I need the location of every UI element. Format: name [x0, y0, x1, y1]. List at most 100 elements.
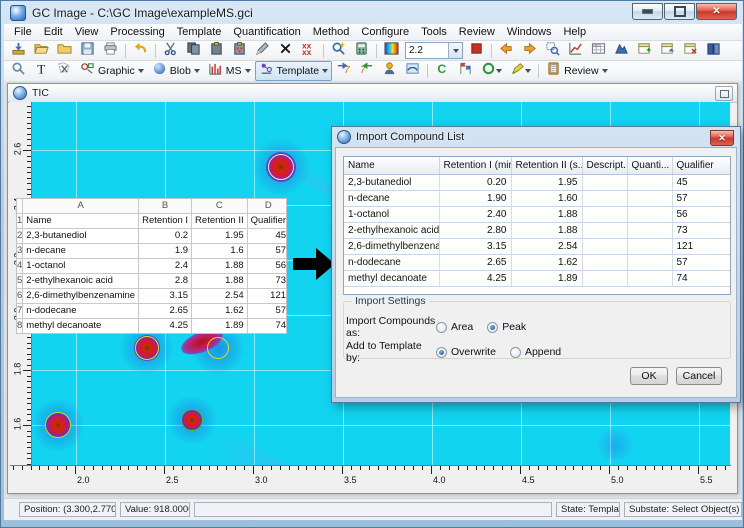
compound-table-row[interactable]: n-decane 1.90 1.60 57 — [344, 190, 730, 207]
compound-table-cell[interactable]: 45 — [672, 174, 730, 191]
update-template-button[interactable]: 7 — [355, 61, 378, 81]
compound-table-cell[interactable]: 1.88 — [511, 222, 583, 239]
tic-restore-button[interactable] — [715, 86, 733, 101]
compound-table-header[interactable]: Retention II (s... — [511, 157, 583, 175]
compound-table-header[interactable]: Descript... — [582, 157, 628, 175]
text-tool-button[interactable]: T — [30, 61, 53, 81]
new-tab-button[interactable] — [633, 41, 656, 61]
delete-all-button[interactable]: xx xx — [297, 40, 320, 61]
compound-table-cell[interactable]: 2.65 — [439, 254, 512, 271]
compound-table-cell[interactable]: 57 — [672, 190, 730, 207]
compound-table-cell[interactable] — [582, 190, 628, 207]
compound-table-cell[interactable]: 2,6-dimethylbenzena... — [344, 238, 440, 255]
compound-table-cell[interactable]: 2.54 — [511, 238, 583, 255]
stop-button[interactable] — [465, 41, 488, 61]
graphic-dropdown[interactable]: Graphic — [76, 61, 148, 81]
template-marker-circle[interactable] — [180, 408, 203, 431]
review-dropdown[interactable]: Review — [542, 61, 611, 81]
compound-table-header[interactable]: Retention I (min) — [439, 157, 512, 175]
paste-button[interactable] — [205, 41, 228, 61]
template-marker-circle[interactable] — [45, 412, 72, 438]
baseline-button[interactable] — [401, 61, 424, 81]
menu-item-review[interactable]: Review — [453, 25, 501, 39]
tic-title-bar[interactable]: TIC — [8, 84, 737, 103]
compound-table-row[interactable]: 2-ethylhexanoic acid 2.80 1.88 73 — [344, 222, 730, 239]
compound-table-cell[interactable] — [582, 254, 628, 271]
menu-item-configure[interactable]: Configure — [355, 25, 415, 39]
compound-table-cell[interactable]: 121 — [672, 238, 730, 255]
compound-table-row[interactable]: n-dodecane 2.65 1.62 57 — [344, 254, 730, 271]
search-button[interactable] — [327, 41, 350, 61]
compound-table-header[interactable]: Qualifier — [672, 157, 730, 175]
colormap-button[interactable] — [380, 41, 403, 61]
zoom-region-button[interactable] — [541, 41, 564, 61]
compound-table-cell[interactable]: n-dodecane — [344, 254, 440, 271]
template-marker-circle[interactable] — [267, 153, 294, 180]
view-3d-button[interactable] — [610, 41, 633, 61]
polygon-cut-button[interactable] — [53, 61, 76, 81]
menu-item-file[interactable]: File — [8, 25, 38, 39]
compound-table-cell[interactable] — [582, 174, 628, 191]
compound-table-header[interactable]: Quanti... — [627, 157, 673, 175]
compound-table-cell[interactable]: 56 — [672, 206, 730, 223]
compound-table-cell[interactable] — [627, 222, 673, 239]
compound-table-cell[interactable] — [582, 222, 628, 239]
ms-dropdown[interactable]: MS — [204, 61, 255, 81]
compound-table-cell[interactable]: 0.20 — [439, 174, 512, 191]
compound-table-cell[interactable] — [627, 238, 673, 255]
paste-special-button[interactable] — [228, 41, 251, 61]
maximize-button[interactable] — [664, 3, 695, 20]
save-button[interactable] — [76, 41, 99, 61]
compound-table-cell[interactable]: 1.60 — [511, 190, 583, 207]
compound-table-cell[interactable]: 57 — [672, 254, 730, 271]
compound-table-cell[interactable]: 2,3-butanediol — [344, 174, 440, 191]
menu-item-view[interactable]: View — [69, 25, 105, 39]
compound-table-cell[interactable]: 1.88 — [511, 206, 583, 223]
cancel-button[interactable]: Cancel — [676, 367, 722, 385]
menu-item-quantification[interactable]: Quantification — [227, 25, 306, 39]
menu-item-tools[interactable]: Tools — [415, 25, 453, 39]
compound-table-cell[interactable]: 1.90 — [439, 190, 512, 207]
compound-table-header[interactable]: Name — [344, 157, 440, 175]
magnifier-button[interactable] — [7, 61, 30, 81]
compound-table-cell[interactable]: 1.89 — [511, 270, 583, 287]
copy-button[interactable] — [182, 41, 205, 61]
compound-table-cell[interactable] — [627, 190, 673, 207]
open-image-button[interactable] — [7, 41, 30, 61]
compound-table-cell[interactable]: 1.95 — [511, 174, 583, 191]
compound-table-cell[interactable]: 2-ethylhexanoic acid — [344, 222, 440, 239]
compound-table-row[interactable]: 2,6-dimethylbenzena...3.152.54 121 — [344, 238, 730, 255]
chevron-down-icon[interactable] — [448, 43, 462, 58]
close-button[interactable]: ✕ — [696, 3, 737, 20]
close-tab-button[interactable] — [679, 41, 702, 61]
compound-table-cell[interactable] — [582, 270, 628, 287]
compound-table-cell[interactable]: 3.15 — [439, 238, 512, 255]
print-button[interactable] — [99, 41, 122, 61]
menu-item-edit[interactable]: Edit — [38, 25, 69, 39]
import-as-radio-peak[interactable] — [487, 321, 499, 333]
template-marker-circle[interactable] — [135, 336, 160, 360]
minimize-button[interactable] — [632, 3, 663, 20]
compound-table-cell[interactable]: 1.62 — [511, 254, 583, 271]
forward-button[interactable] — [518, 41, 541, 61]
open-folder-button[interactable] — [30, 41, 53, 61]
dialog-close-button[interactable]: ✕ — [710, 130, 734, 146]
cut-button[interactable] — [159, 41, 182, 61]
pen-marker-dropdown[interactable] — [506, 61, 535, 81]
add-by-radio-append[interactable] — [509, 346, 521, 358]
apply-template-button[interactable]: 7 — [332, 61, 355, 81]
compound-table-cell[interactable] — [582, 238, 628, 255]
undo-button[interactable] — [129, 41, 152, 61]
compound-table-cell[interactable] — [627, 270, 673, 287]
compound-table-row[interactable]: 1-octanol 2.40 1.88 56 — [344, 206, 730, 223]
copy-tab-button[interactable] — [656, 41, 679, 61]
compound-table-cell[interactable]: 74 — [672, 270, 730, 287]
import-as-radio-area[interactable] — [436, 321, 447, 333]
compound-table-header-row[interactable]: Name Retention I (min) Retention II (s... D… — [344, 157, 730, 175]
compound-table-row[interactable]: 2,3-butanediol 0.20 1.95 45 — [344, 174, 730, 191]
compound-table-cell[interactable]: methyl decanoate — [344, 270, 440, 287]
compound-table-cell[interactable]: n-decane — [344, 190, 440, 207]
compound-table[interactable]: Name Retention I (min) Retention II (s... D… — [343, 156, 731, 295]
blob-id-button[interactable] — [378, 61, 401, 81]
dialog-title-bar[interactable]: Import Compound List ✕ — [332, 127, 740, 147]
